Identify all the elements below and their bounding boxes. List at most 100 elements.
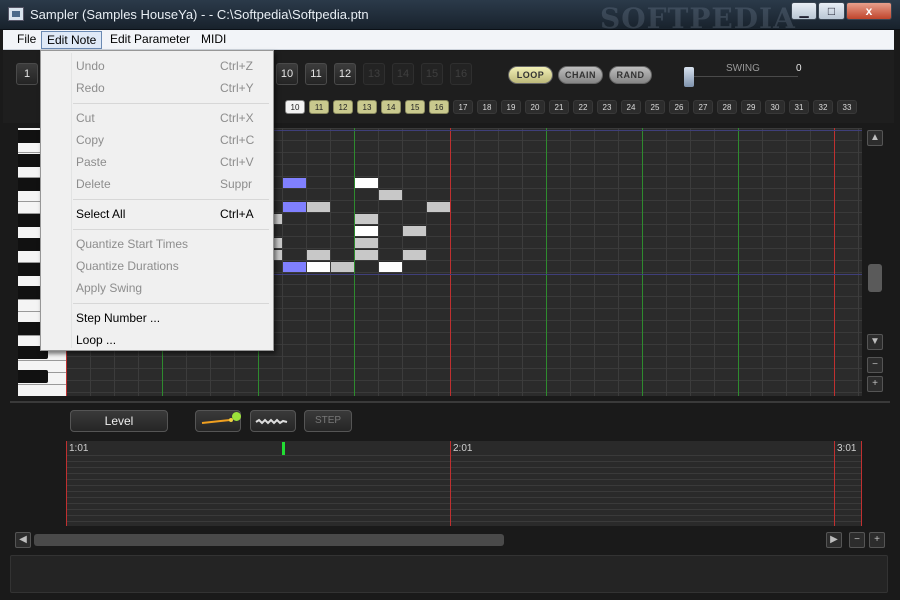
rand-toggle[interactable]: RAND bbox=[609, 66, 652, 84]
step-number-19[interactable]: 19 bbox=[501, 100, 521, 114]
menu-item-loop[interactable]: Loop ... bbox=[43, 329, 271, 351]
pattern-button-1[interactable]: 1 bbox=[16, 63, 38, 85]
note-block[interactable] bbox=[307, 262, 330, 272]
horizontal-scroll-thumb[interactable] bbox=[34, 534, 504, 546]
pattern-button-10[interactable]: 10 bbox=[276, 63, 298, 85]
step-number-17[interactable]: 17 bbox=[453, 100, 473, 114]
menu-item-cut[interactable]: Cut Ctrl+X bbox=[43, 107, 271, 129]
note-block[interactable] bbox=[331, 262, 354, 272]
menu-item-delete[interactable]: Delete Suppr bbox=[43, 173, 271, 195]
menu-item-copy[interactable]: Copy Ctrl+C bbox=[43, 129, 271, 151]
menu-edit-note[interactable]: Edit Note bbox=[41, 31, 103, 49]
step-number-22[interactable]: 22 bbox=[573, 100, 593, 114]
menu-edit-parameter[interactable]: Edit Parameter bbox=[105, 31, 195, 49]
note-block[interactable] bbox=[379, 190, 402, 200]
chain-toggle[interactable]: CHAIN bbox=[558, 66, 603, 84]
step-number-33[interactable]: 33 bbox=[837, 100, 857, 114]
section-divider bbox=[10, 401, 890, 403]
scroll-left-icon[interactable]: ◀ bbox=[15, 532, 31, 548]
step-number-24[interactable]: 24 bbox=[621, 100, 641, 114]
swing-slider-handle[interactable] bbox=[684, 67, 694, 87]
parameter-select-button[interactable]: Level bbox=[70, 410, 168, 432]
menu-file[interactable]: File bbox=[12, 31, 41, 49]
pattern-button-13[interactable]: 13 bbox=[363, 63, 385, 85]
loop-toggle[interactable]: LOOP bbox=[508, 66, 553, 84]
step-number-21[interactable]: 21 bbox=[549, 100, 569, 114]
note-block[interactable] bbox=[283, 178, 306, 188]
menu-item-label: Redo bbox=[76, 81, 105, 95]
menu-item-apply-swing[interactable]: Apply Swing bbox=[43, 277, 271, 299]
scroll-right-icon[interactable]: ▶ bbox=[826, 532, 842, 548]
menu-midi[interactable]: MIDI bbox=[196, 31, 231, 49]
pattern-button-15[interactable]: 15 bbox=[421, 63, 443, 85]
vertical-scrollbar[interactable]: ▲ ▼ − + bbox=[866, 128, 884, 396]
maximize-button[interactable]: □ bbox=[818, 2, 845, 20]
draw-noise-tool[interactable] bbox=[250, 410, 296, 432]
note-block[interactable] bbox=[403, 226, 426, 236]
menu-item-shortcut: Ctrl+V bbox=[220, 155, 254, 169]
note-block[interactable] bbox=[307, 250, 330, 260]
step-number-28[interactable]: 28 bbox=[717, 100, 737, 114]
zoom-in-icon[interactable]: + bbox=[869, 532, 885, 548]
step-number-23[interactable]: 23 bbox=[597, 100, 617, 114]
step-number-15[interactable]: 15 bbox=[405, 100, 425, 114]
vertical-scroll-thumb[interactable] bbox=[868, 264, 882, 292]
note-block[interactable] bbox=[355, 238, 378, 248]
pattern-button-12[interactable]: 12 bbox=[334, 63, 356, 85]
note-block[interactable] bbox=[355, 226, 378, 236]
timeline-marker-2: 2:01 bbox=[453, 443, 473, 454]
zoom-out-icon[interactable]: − bbox=[849, 532, 865, 548]
step-number-31[interactable]: 31 bbox=[789, 100, 809, 114]
step-number-29[interactable]: 29 bbox=[741, 100, 761, 114]
scroll-down-icon[interactable]: ▼ bbox=[867, 334, 883, 350]
step-number-12[interactable]: 12 bbox=[333, 100, 353, 114]
note-block[interactable] bbox=[307, 202, 330, 212]
note-block[interactable] bbox=[283, 262, 306, 272]
note-block[interactable] bbox=[427, 202, 450, 212]
menu-item-step-number[interactable]: Step Number ... bbox=[43, 307, 271, 329]
step-number-20[interactable]: 20 bbox=[525, 100, 545, 114]
menu-item-label: Apply Swing bbox=[76, 281, 143, 295]
zoom-out-vertical-icon[interactable]: − bbox=[867, 357, 883, 373]
minimize-button[interactable]: ▁ bbox=[791, 2, 817, 20]
black-key[interactable] bbox=[18, 370, 48, 383]
swing-slider-track[interactable] bbox=[694, 76, 798, 77]
menu-item-shortcut: Ctrl+Y bbox=[220, 81, 254, 95]
note-block[interactable] bbox=[403, 250, 426, 260]
menu-item-redo[interactable]: Redo Ctrl+Y bbox=[43, 77, 271, 99]
step-number-13[interactable]: 13 bbox=[357, 100, 377, 114]
scroll-up-icon[interactable]: ▲ bbox=[867, 130, 883, 146]
note-block[interactable] bbox=[355, 178, 378, 188]
note-block[interactable] bbox=[379, 262, 402, 272]
menu-separator bbox=[73, 103, 269, 104]
menu-item-paste[interactable]: Paste Ctrl+V bbox=[43, 151, 271, 173]
horizontal-scrollbar[interactable]: ◀ ▶ − + bbox=[14, 532, 888, 548]
pattern-button-14[interactable]: 14 bbox=[392, 63, 414, 85]
step-number-10[interactable]: 10 bbox=[285, 100, 305, 114]
note-block[interactable] bbox=[355, 214, 378, 224]
playhead[interactable] bbox=[282, 442, 285, 455]
automation-lane[interactable]: 1:01 2:01 3:01 bbox=[66, 441, 862, 526]
menu-item-undo[interactable]: Undo Ctrl+Z bbox=[43, 55, 271, 77]
step-number-16[interactable]: 16 bbox=[429, 100, 449, 114]
step-number-26[interactable]: 26 bbox=[669, 100, 689, 114]
step-number-14[interactable]: 14 bbox=[381, 100, 401, 114]
step-number-25[interactable]: 25 bbox=[645, 100, 665, 114]
menu-item-quantize-start-times[interactable]: Quantize Start Times bbox=[43, 233, 271, 255]
menu-item-label: Paste bbox=[76, 155, 107, 169]
step-mode-button[interactable]: STEP bbox=[304, 410, 352, 432]
step-number-32[interactable]: 32 bbox=[813, 100, 833, 114]
pattern-button-11[interactable]: 11 bbox=[305, 63, 327, 85]
swing-label: SWING bbox=[726, 63, 760, 74]
zoom-in-vertical-icon[interactable]: + bbox=[867, 376, 883, 392]
step-number-11[interactable]: 11 bbox=[309, 100, 329, 114]
menu-item-select-all[interactable]: Select All Ctrl+A bbox=[43, 203, 271, 225]
step-number-27[interactable]: 27 bbox=[693, 100, 713, 114]
note-block[interactable] bbox=[355, 250, 378, 260]
pattern-button-16[interactable]: 16 bbox=[450, 63, 472, 85]
step-number-30[interactable]: 30 bbox=[765, 100, 785, 114]
step-number-18[interactable]: 18 bbox=[477, 100, 497, 114]
note-block[interactable] bbox=[283, 202, 306, 212]
close-button[interactable]: x bbox=[846, 2, 892, 20]
menu-item-quantize-durations[interactable]: Quantize Durations bbox=[43, 255, 271, 277]
